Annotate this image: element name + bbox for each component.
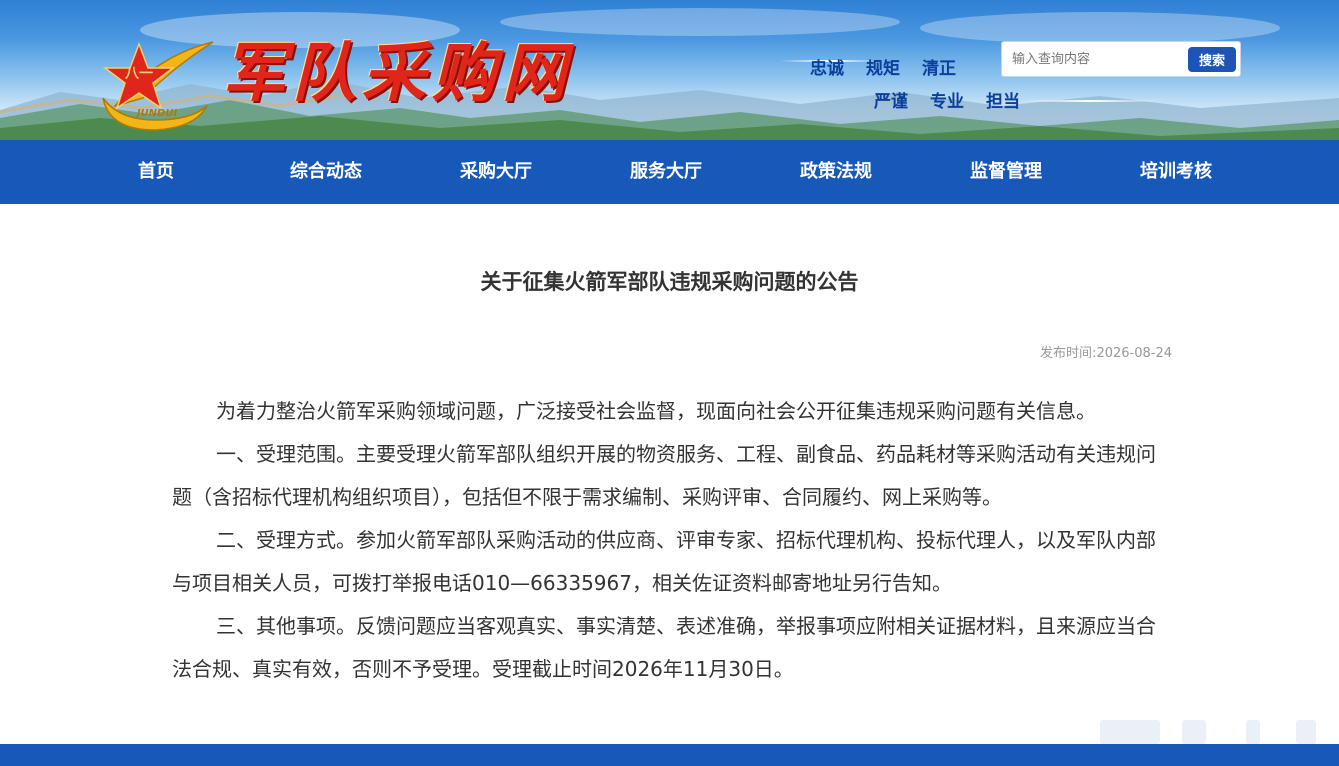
slogan-row-1: 忠诚 规矩 清正 — [810, 54, 978, 79]
search-input[interactable] — [1002, 42, 1184, 76]
header-banner: 八一 JUNDUI 军队采购网 忠诚 规矩 清正 严谨 专业 担当 搜索 — [0, 0, 1339, 140]
svg-text:JUNDUI: JUNDUI — [135, 108, 178, 119]
slogan-text: 清正 — [922, 59, 956, 79]
nav-item-service-hall[interactable]: 服务大厅 — [591, 140, 741, 204]
article-title: 关于征集火箭军部队违规采购问题的公告 — [480, 270, 859, 294]
publish-date: 2026-08-24 — [1096, 346, 1172, 361]
slogan-row-2: 严谨 专业 担当 — [874, 87, 1042, 112]
nav-item-training[interactable]: 培训考核 — [1101, 140, 1251, 204]
svg-text:八一: 八一 — [124, 66, 153, 82]
article-paragraph: 二、受理方式。参加火箭军部队采购活动的供应商、评审专家、招标代理机构、投标代理人… — [172, 528, 1156, 595]
search-button[interactable]: 搜索 — [1188, 47, 1236, 72]
slogan-text: 严谨 — [874, 92, 908, 112]
slogan-text: 担当 — [986, 92, 1020, 112]
nav-item-procurement-hall[interactable]: 采购大厅 — [421, 140, 571, 204]
publish-time: 发布时间:2026-08-24 — [1040, 342, 1172, 361]
site-logo: 八一 JUNDUI — [95, 36, 215, 136]
article-body: 为着力整治火箭军采购领域问题，广泛接受社会监督，现面向社会公开征集违规采购问题有… — [172, 390, 1172, 691]
nav-item-news[interactable]: 综合动态 — [251, 140, 401, 204]
article-paragraph: 为着力整治火箭军采购领域问题，广泛接受社会监督，现面向社会公开征集违规采购问题有… — [216, 399, 1096, 423]
article-paragraph: 一、受理范围。主要受理火箭军部队组织开展的物资服务、工程、副食品、药品耗材等采购… — [172, 442, 1156, 509]
article-paragraph: 三、其他事项。反馈问题应当客观真实、事实清楚、表述准确，举报事项应附相关证据材料… — [172, 614, 1156, 681]
watermark-icon — [1080, 720, 1316, 744]
nav-item-home[interactable]: 首页 — [81, 140, 231, 204]
slogan-text: 忠诚 — [810, 59, 844, 79]
site-title: 军队采购网 — [222, 36, 572, 111]
slogan-text: 规矩 — [866, 59, 900, 79]
main-nav: 首页 综合动态 采购大厅 服务大厅 政策法规 监督管理 培训考核 — [0, 140, 1339, 204]
nav-item-policy[interactable]: 政策法规 — [761, 140, 911, 204]
nav-item-supervision[interactable]: 监督管理 — [931, 140, 1081, 204]
slogan-text: 专业 — [930, 92, 964, 112]
publish-label: 发布时间: — [1040, 346, 1097, 361]
search-box: 搜索 — [1001, 41, 1241, 77]
